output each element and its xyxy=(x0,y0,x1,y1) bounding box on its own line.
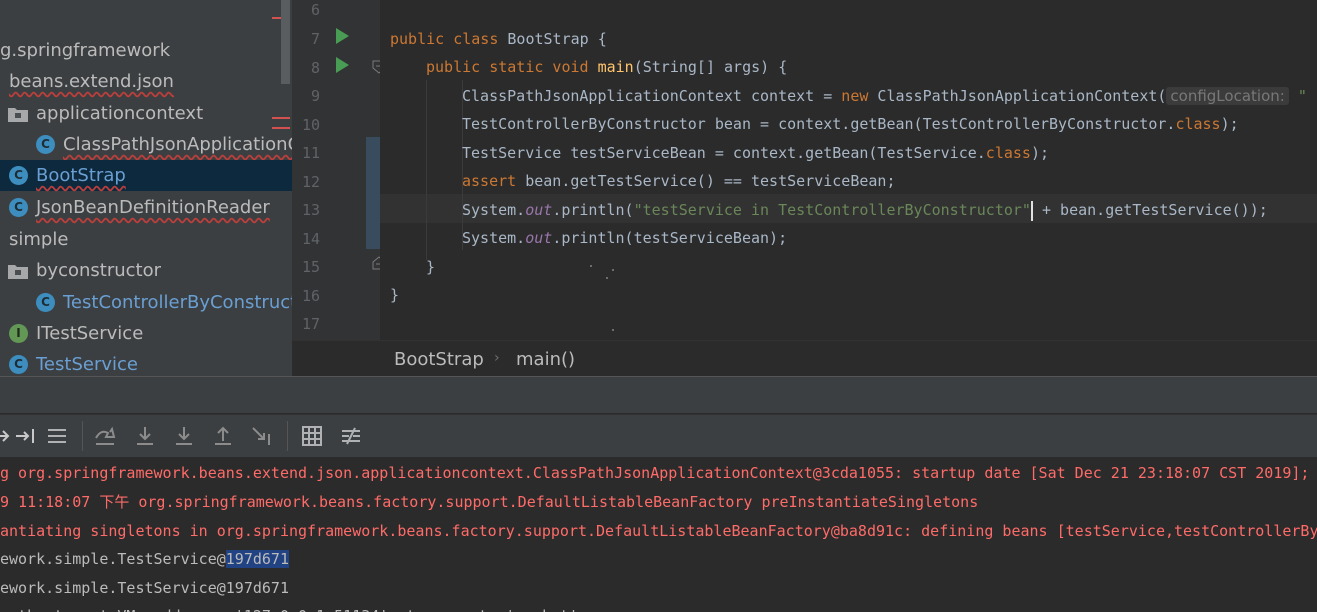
line-number: 6 xyxy=(310,1,320,19)
step-out-icon[interactable] xyxy=(211,424,235,448)
indent-guide xyxy=(426,80,427,260)
console-line: 9 11:18:07 下午 org.springframework.beans.… xyxy=(0,493,979,511)
console-line: ework.simple.TestService@197d671 xyxy=(0,550,289,568)
line-number: 10 xyxy=(301,116,320,134)
breadcrumb-item-class[interactable]: BootStrap xyxy=(394,349,484,370)
trace-icon[interactable] xyxy=(339,424,363,448)
code-line-9: ClassPathJsonApplicationContext context … xyxy=(462,87,1307,105)
step-into-icon[interactable] xyxy=(133,424,157,448)
code-line-13: System.out.println("testService in TestC… xyxy=(462,200,1268,221)
debug-tab-bar xyxy=(0,377,1317,413)
tree-item-package[interactable]: simple xyxy=(0,224,292,255)
code-editor[interactable]: public class BootStrap { public static v… xyxy=(380,0,1317,340)
tree-item-class[interactable]: C JsonBeanDefinitionReader xyxy=(0,192,292,223)
breadcrumb: BootStrap › main() xyxy=(292,340,1317,386)
tree-item-label: TestService xyxy=(36,354,138,375)
console-line: antiating singletons in org.springframew… xyxy=(0,522,1317,540)
force-step-into-icon[interactable] xyxy=(172,424,196,448)
tree-item-class[interactable]: C TestControllerByConstructo xyxy=(0,287,292,318)
code-line-12: assert bean.getTestService() == testServ… xyxy=(462,172,896,190)
line-number: 14 xyxy=(301,230,320,248)
parameter-hint: configLocation: xyxy=(1166,87,1289,105)
line-number: 9 xyxy=(310,87,320,105)
line-number: 7 xyxy=(310,30,320,48)
step-over-icon[interactable] xyxy=(14,424,38,448)
run-to-cursor-icon[interactable] xyxy=(250,424,274,448)
interface-icon: I xyxy=(9,324,28,343)
tree-item-class-selected[interactable]: C BootStrap xyxy=(0,160,292,191)
tree-item-interface[interactable]: I ITestService xyxy=(0,318,292,349)
rerun-icon[interactable] xyxy=(0,424,14,448)
project-tree: g.springframework beans.extend.json appl… xyxy=(0,0,292,376)
class-icon: C xyxy=(36,293,55,312)
console-line: g org.springframework.beans.extend.json.… xyxy=(0,464,1310,482)
console-line: ework.simple.TestService@197d671 xyxy=(0,579,289,597)
tree-item-label: BootStrap xyxy=(36,165,126,186)
toolbar-separator xyxy=(82,421,83,451)
code-line-8: public static void main(String[] args) { xyxy=(426,58,788,76)
code-line-15: } xyxy=(426,258,436,276)
tree-item-label: applicationcontext xyxy=(36,103,204,124)
breadcrumb-item-method[interactable]: main() xyxy=(516,349,575,370)
runnable-class-icon: C xyxy=(9,166,28,185)
code-line-14: System.out.println(testServiceBean); xyxy=(462,229,788,247)
folder-icon xyxy=(8,108,28,122)
tree-item-class[interactable]: C TestService xyxy=(0,349,292,376)
code-line-10: TestControllerByConstructor bean = conte… xyxy=(462,115,1239,133)
line-number: 11 xyxy=(301,144,320,162)
code-line-7: public class BootStrap { xyxy=(390,30,607,48)
frames-icon[interactable] xyxy=(45,424,69,448)
selected-text: 197d671 xyxy=(225,550,289,568)
run-icon[interactable] xyxy=(336,28,349,44)
evaluate-expression-icon[interactable] xyxy=(300,424,324,448)
code-line-16: } xyxy=(390,286,400,304)
run-icon[interactable] xyxy=(336,57,349,73)
class-icon: C xyxy=(9,198,28,217)
line-number: 16 xyxy=(301,287,320,305)
class-icon: C xyxy=(36,135,55,154)
tree-item-label: JsonBeanDefinitionReader xyxy=(36,197,270,218)
class-icon: C xyxy=(9,355,28,374)
toolbar-separator xyxy=(287,421,288,451)
tree-item-package[interactable]: beans.extend.json xyxy=(0,66,292,97)
line-number: 8 xyxy=(310,59,320,77)
tree-item-folder[interactable]: applicationcontext xyxy=(0,98,292,129)
code-line-11: TestService testServiceBean = context.ge… xyxy=(462,144,1050,162)
tree-item-label: g.springframework xyxy=(0,40,171,61)
folder-icon xyxy=(8,265,28,279)
breadcrumb-separator: › xyxy=(494,350,500,366)
tree-item-class[interactable]: C ClassPathJsonApplicationC xyxy=(0,129,292,160)
tree-item-label: byconstructor xyxy=(36,260,162,281)
change-marker[interactable] xyxy=(366,137,380,249)
tree-item-label: ITestService xyxy=(36,323,144,344)
line-number: 15 xyxy=(301,258,320,276)
show-execution-point-icon[interactable] xyxy=(93,424,117,448)
tree-item-package[interactable]: g.springframework xyxy=(0,35,292,66)
tree-item-folder[interactable]: byconstructor xyxy=(0,255,292,286)
line-number: 17 xyxy=(301,315,320,333)
tree-item-label: TestControllerByConstructo xyxy=(63,292,292,313)
line-number: 13 xyxy=(301,201,320,219)
tree-item-label: ClassPathJsonApplicationC xyxy=(63,134,292,155)
tree-item-label: simple xyxy=(9,229,69,250)
tree-item-label: beans.extend.json xyxy=(9,71,174,92)
console-line: the target VM, address: '127.0.0.1:51134… xyxy=(0,602,578,612)
line-number: 12 xyxy=(301,173,320,191)
debug-toolbar xyxy=(0,414,1317,458)
console-output[interactable]: g org.springframework.beans.extend.json.… xyxy=(0,457,1317,612)
